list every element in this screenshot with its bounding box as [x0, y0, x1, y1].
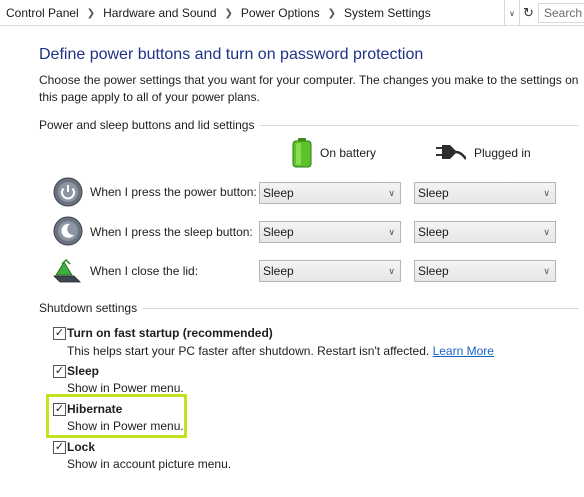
close-lid-battery-value: Sleep — [263, 264, 294, 278]
power-button-battery-select[interactable]: Sleep ∨ — [259, 182, 401, 204]
power-button-label: When I press the power button: — [90, 185, 257, 199]
breadcrumb-control-panel[interactable]: Control Panel — [6, 6, 79, 20]
search-input[interactable]: Search C — [538, 3, 584, 23]
close-lid-battery-select[interactable]: Sleep ∨ — [259, 260, 401, 282]
sleep-button-battery-value: Sleep — [263, 225, 294, 239]
breadcrumb-separator-icon[interactable]: ❯ — [225, 8, 233, 19]
laptop-lid-icon — [52, 256, 82, 286]
sleep-checkbox[interactable]: ✓ — [53, 365, 66, 378]
hibernate-option-description: Show in Power menu. — [67, 419, 184, 433]
lock-option-label: Lock — [67, 440, 96, 454]
sleep-button-plugged-select[interactable]: Sleep ∨ — [414, 221, 556, 243]
sleep-button-plugged-value: Sleep — [418, 225, 449, 239]
breadcrumb-power-options[interactable]: Power Options — [241, 6, 320, 20]
close-lid-plugged-select[interactable]: Sleep ∨ — [414, 260, 556, 282]
power-button-plugged-select[interactable]: Sleep ∨ — [414, 182, 556, 204]
address-bar: Control Panel ❯ Hardware and Sound ❯ Pow… — [0, 0, 584, 26]
fast-startup-label: Turn on fast startup (recommended) — [67, 326, 273, 340]
fast-startup-desc-text: This helps start your PC faster after sh… — [67, 344, 430, 358]
on-battery-label: On battery — [320, 146, 377, 160]
power-button-icon — [53, 177, 83, 207]
chevron-down-icon: ∨ — [388, 266, 395, 276]
refresh-icon[interactable]: ↻ — [519, 0, 537, 26]
lock-checkbox[interactable]: ✓ — [53, 441, 66, 454]
column-header-battery: On battery — [292, 138, 376, 168]
breadcrumb-hardware-and-sound[interactable]: Hardware and Sound — [103, 6, 216, 20]
power-button-battery-value: Sleep — [263, 186, 294, 200]
learn-more-link[interactable]: Learn More — [433, 344, 494, 358]
fast-startup-description: This helps start your PC faster after sh… — [67, 344, 494, 358]
close-lid-plugged-value: Sleep — [418, 264, 449, 278]
column-header-plugged: Plugged in — [436, 143, 531, 163]
address-history-chevron-down-icon[interactable]: ∨ — [505, 0, 519, 26]
close-lid-label: When I close the lid: — [90, 264, 199, 278]
chevron-down-icon: ∨ — [543, 188, 550, 198]
sleep-button-battery-select[interactable]: Sleep ∨ — [259, 221, 401, 243]
battery-icon — [292, 138, 312, 168]
power-button-plugged-value: Sleep — [418, 186, 449, 200]
page-description: Choose the power settings that you want … — [39, 73, 579, 104]
sleep-option-label: Sleep — [67, 364, 100, 378]
fast-startup-checkbox[interactable]: ✓ — [53, 327, 66, 340]
hibernate-option-label: Hibernate — [67, 402, 123, 416]
chevron-down-icon: ∨ — [543, 227, 550, 237]
breadcrumb-separator-icon[interactable]: ❯ — [328, 8, 336, 19]
power-group-label: Power and sleep buttons and lid settings — [39, 118, 261, 132]
hibernate-checkbox[interactable]: ✓ — [53, 403, 66, 416]
shutdown-group-label: Shutdown settings — [39, 301, 144, 315]
page-title: Define power buttons and turn on passwor… — [39, 46, 424, 63]
plugged-in-label: Plugged in — [474, 146, 531, 160]
breadcrumb-system-settings[interactable]: System Settings — [344, 6, 431, 20]
sleep-button-icon — [53, 216, 83, 246]
sleep-option-description: Show in Power menu. — [67, 381, 184, 395]
lock-option-description: Show in account picture menu. — [67, 457, 232, 471]
chevron-down-icon: ∨ — [388, 188, 395, 198]
chevron-down-icon: ∨ — [543, 266, 550, 276]
power-plug-icon — [436, 145, 466, 160]
chevron-down-icon: ∨ — [388, 227, 395, 237]
breadcrumb: Control Panel ❯ Hardware and Sound ❯ Pow… — [0, 0, 505, 26]
breadcrumb-separator-icon[interactable]: ❯ — [87, 8, 95, 19]
sleep-button-label: When I press the sleep button: — [90, 225, 253, 239]
